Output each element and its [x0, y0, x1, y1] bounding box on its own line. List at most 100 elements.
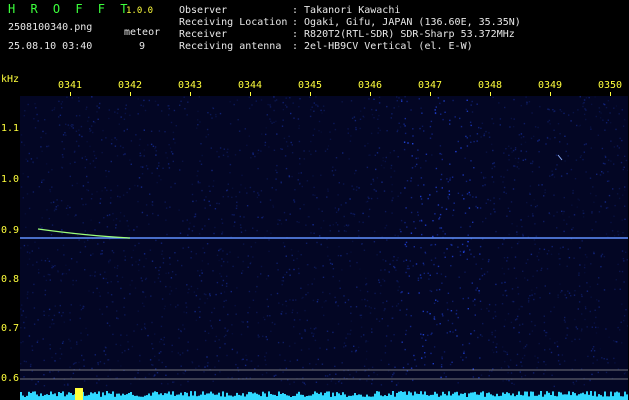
noise-speck: [623, 281, 625, 283]
spectrum-peak: [75, 388, 83, 400]
noise-speck: [226, 275, 228, 277]
noise-speck: [311, 106, 313, 108]
noise-speck: [101, 151, 103, 154]
noise-speck: [70, 304, 72, 306]
noise-speck: [572, 192, 574, 194]
noise-speck: [366, 290, 369, 293]
noise-speck: [179, 169, 181, 171]
noise-speck: [213, 180, 215, 182]
noise-speck: [110, 281, 112, 283]
noise-speck: [293, 326, 295, 328]
noise-speck: [58, 311, 60, 314]
noise-speck: [479, 253, 481, 255]
noise-speck: [481, 122, 484, 124]
noise-speck: [332, 331, 334, 334]
noise-speck: [92, 253, 94, 255]
spectrum-bar: [222, 391, 224, 400]
spectrum-bar: [548, 392, 550, 400]
noise-speck: [476, 140, 478, 142]
noise-speck: [20, 308, 22, 310]
noise-speck: [292, 309, 294, 311]
noise-speck: [237, 367, 239, 369]
noise-speck: [426, 311, 429, 313]
noise-speck: [450, 310, 453, 312]
noise-speck: [398, 122, 400, 124]
noise-speck: [230, 290, 232, 293]
noise-speck: [376, 254, 378, 256]
noise-speck: [338, 182, 340, 184]
noise-speck: [257, 365, 259, 367]
noise-speck: [560, 110, 563, 113]
noise-speck: [34, 241, 36, 243]
noise-speck: [34, 103, 36, 105]
noise-speck: [89, 145, 91, 148]
noise-speck: [356, 186, 358, 188]
noise-speck: [422, 345, 424, 347]
noise-speck: [557, 123, 560, 125]
noise-speck: [86, 141, 88, 143]
noise-speck: [394, 234, 396, 236]
noise-speck: [311, 332, 313, 334]
noise-speck: [289, 383, 291, 385]
noise-speck: [437, 265, 440, 268]
noise-speck: [213, 232, 215, 235]
spectrum-bar: [494, 396, 496, 400]
spectrum-bar: [586, 391, 588, 400]
noise-speck: [218, 360, 220, 362]
noise-speck: [513, 165, 515, 167]
noise-speck: [72, 284, 74, 286]
noise-speck: [148, 373, 150, 375]
noise-speck: [387, 325, 389, 327]
noise-speck: [568, 114, 570, 116]
noise-speck: [449, 163, 451, 165]
noise-speck: [613, 146, 616, 148]
noise-speck: [262, 316, 265, 319]
noise-speck: [49, 344, 51, 346]
noise-speck: [513, 267, 516, 269]
spectrum-bar: [110, 393, 112, 400]
noise-speck: [504, 106, 506, 109]
noise-speck: [83, 241, 86, 243]
noise-speck: [543, 373, 545, 375]
noise-speck: [338, 380, 340, 383]
noise-speck: [143, 99, 145, 102]
noise-speck: [70, 347, 72, 349]
spectrum-bar: [348, 395, 350, 400]
noise-speck: [231, 376, 233, 379]
noise-speck: [290, 141, 292, 144]
noise-speck: [390, 164, 393, 167]
noise-speck: [347, 299, 350, 301]
noise-speck: [449, 363, 452, 366]
noise-speck: [224, 343, 226, 345]
noise-speck: [150, 295, 152, 297]
y-tick: 1.1: [1, 123, 20, 134]
noise-speck: [134, 184, 136, 187]
noise-speck: [501, 346, 504, 348]
spectrum-bar: [562, 394, 564, 400]
noise-speck: [610, 221, 612, 224]
noise-speck: [270, 294, 272, 296]
noise-speck: [576, 206, 578, 208]
noise-speck: [480, 136, 482, 138]
noise-speck: [285, 167, 288, 170]
noise-speck: [143, 129, 145, 131]
spectrum-bar: [154, 391, 156, 400]
noise-speck: [130, 383, 132, 385]
noise-speck: [33, 307, 36, 309]
noise-speck: [566, 334, 568, 336]
noise-speck: [246, 359, 248, 361]
noise-speck: [21, 141, 23, 143]
noise-speck: [275, 374, 277, 376]
noise-speck: [91, 193, 93, 195]
noise-speck: [270, 330, 272, 332]
noise-speck: [308, 216, 310, 218]
spectrum-bar: [412, 395, 414, 400]
spectrum-bar: [214, 394, 216, 400]
noise-speck: [282, 242, 285, 244]
noise-speck: [526, 101, 528, 103]
noise-speck: [187, 380, 189, 383]
noise-speck: [222, 196, 224, 198]
noise-speck: [227, 155, 229, 158]
noise-speck: [614, 204, 616, 207]
noise-speck: [104, 187, 106, 189]
